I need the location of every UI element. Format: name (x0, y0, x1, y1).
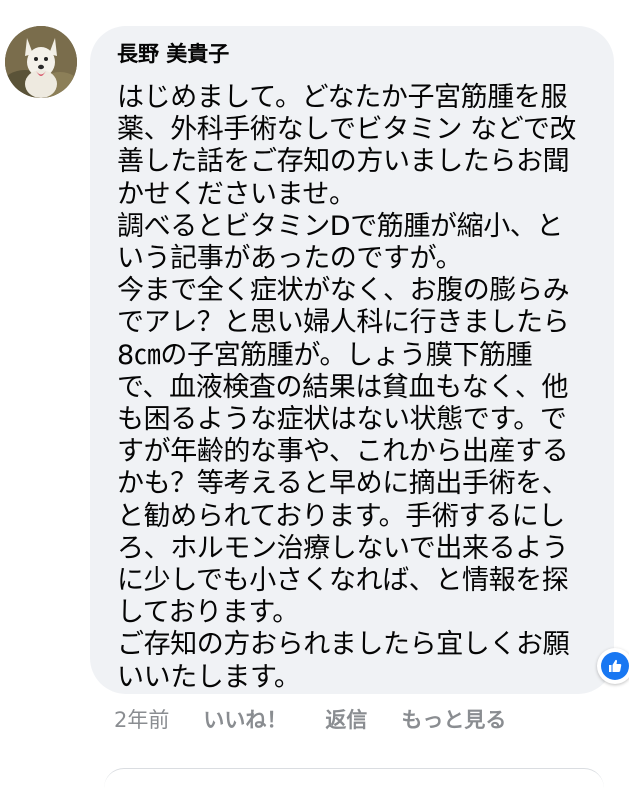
comment-author-name[interactable]: 長野 美貴子 (117, 40, 600, 70)
reaction-badge[interactable] (597, 648, 629, 684)
see-more-button[interactable]: もっと見る (401, 704, 506, 734)
author-avatar[interactable] (5, 26, 77, 98)
comment-bubble: 長野 美貴子 はじめまして。どなたか子宮筋腫を服 薬、外科手術なしでビタミン な… (90, 26, 614, 694)
reply-button[interactable]: 返信 (325, 704, 367, 734)
comment-timestamp[interactable]: 2年前 (114, 704, 169, 734)
next-comment-edge (104, 768, 604, 789)
like-reaction-icon (601, 652, 629, 680)
comment-text: はじめまして。どなたか子宮筋腫を服 薬、外科手術なしでビタミン などで改 善した… (117, 82, 577, 693)
dog-avatar-icon (5, 26, 77, 98)
like-button[interactable]: いいね！ (203, 704, 287, 734)
comment-actions: 2年前 いいね！ 返信 もっと見る (114, 704, 506, 734)
